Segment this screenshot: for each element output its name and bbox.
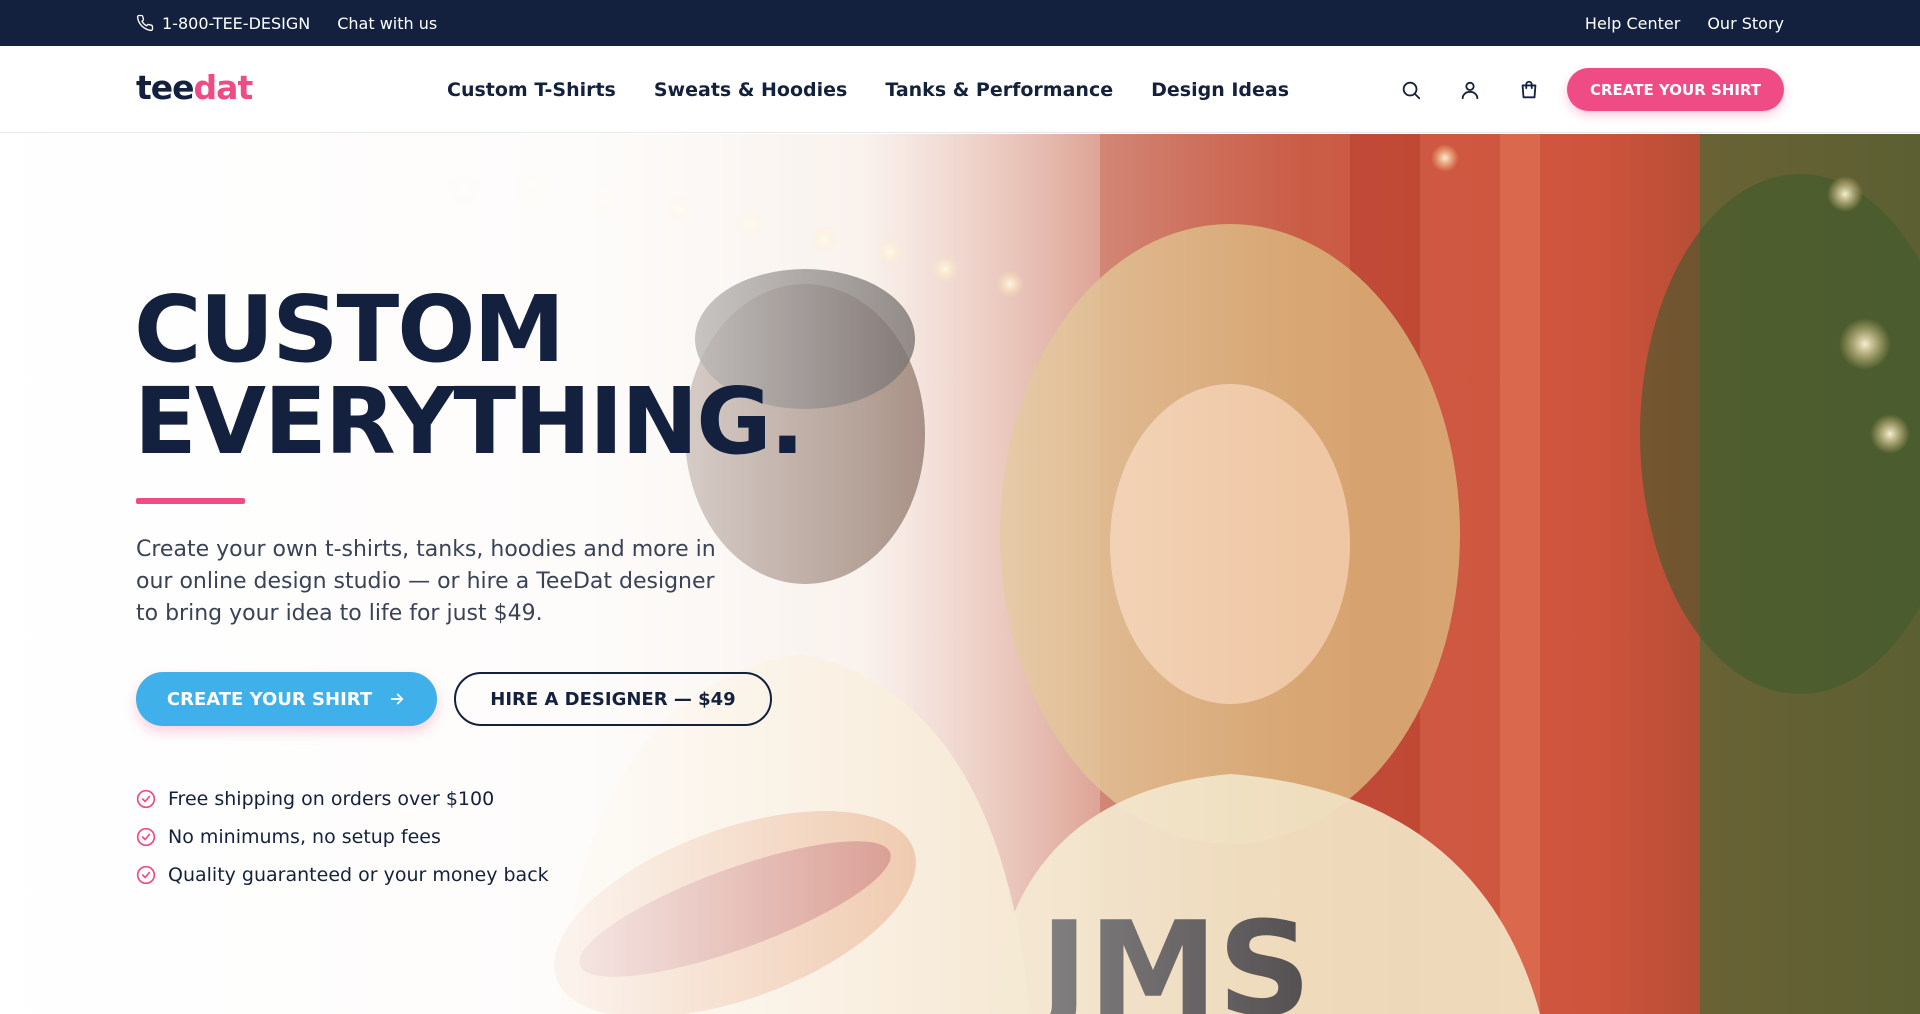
phone-number: 1-800-TEE-DESIGN [162, 13, 311, 33]
nav-create-shirt-button[interactable]: CREATE YOUR SHIRT [1567, 68, 1784, 111]
hero-description: Create your own t-shirts, tanks, hoodies… [136, 537, 716, 626]
nav-link-custom-tshirts[interactable]: Custom T-Shirts [447, 79, 616, 101]
list-item: Quality guaranteed or your money back [136, 856, 549, 894]
arrow-right-icon [388, 690, 406, 708]
hire-designer-button[interactable]: HIRE A DESIGNER — $49 [454, 672, 772, 726]
phone-icon [136, 14, 154, 32]
nav-icons [1398, 46, 1575, 133]
check-circle-icon [136, 827, 156, 847]
search-icon[interactable] [1398, 77, 1424, 103]
nav-link-tanks-performance[interactable]: Tanks & Performance [885, 79, 1113, 101]
topbar-left: 1-800-TEE-DESIGN Chat with us [136, 0, 437, 46]
topbar-right: Help Center Our Story [1585, 0, 1784, 46]
user-icon[interactable] [1457, 77, 1483, 103]
list-item: No minimums, no setup fees [136, 818, 549, 856]
logo-text-dat: dat [193, 68, 254, 107]
check-circle-icon [136, 865, 156, 885]
nav-links: Custom T-Shirts Sweats & Hoodies Tanks &… [447, 46, 1327, 133]
check-circle-icon [136, 789, 156, 809]
list-item: Free shipping on orders over $100 [136, 780, 549, 818]
help-center-link[interactable]: Help Center [1585, 14, 1680, 33]
hero-title: CUSTOM EVERYTHING. [134, 276, 805, 475]
create-shirt-button-label: CREATE YOUR SHIRT [166, 688, 373, 710]
chat-link[interactable]: Chat with us [337, 14, 437, 33]
top-utility-bar: 1-800-TEE-DESIGN Chat with us Help Cente… [0, 0, 1920, 46]
main-navbar: teedat Custom T-Shirts Sweats & Hoodies … [0, 46, 1920, 133]
feature-list: Free shipping on orders over $100 No min… [136, 780, 549, 894]
our-story-link[interactable]: Our Story [1707, 14, 1784, 33]
cart-icon[interactable] [1516, 77, 1542, 103]
hero-title-line-1: CUSTOM [134, 276, 565, 383]
nav-link-sweats-hoodies[interactable]: Sweats & Hoodies [654, 79, 847, 101]
feature-text: Quality guaranteed or your money back [168, 864, 549, 886]
hero-section: JMS CUSTOM EVERYTHING. Create your own t… [0, 134, 1920, 1014]
create-shirt-button[interactable]: CREATE YOUR SHIRT [136, 672, 437, 726]
logo[interactable]: teedat [136, 68, 254, 108]
nav-link-design-ideas[interactable]: Design Ideas [1151, 79, 1289, 101]
logo-text-tee: tee [136, 68, 195, 107]
hero-title-line-2: EVERYTHING. [134, 368, 805, 475]
feature-text: No minimums, no setup fees [168, 826, 441, 848]
phone-link[interactable]: 1-800-TEE-DESIGN [136, 14, 310, 33]
feature-text: Free shipping on orders over $100 [168, 788, 495, 810]
title-accent-divider [136, 498, 245, 504]
